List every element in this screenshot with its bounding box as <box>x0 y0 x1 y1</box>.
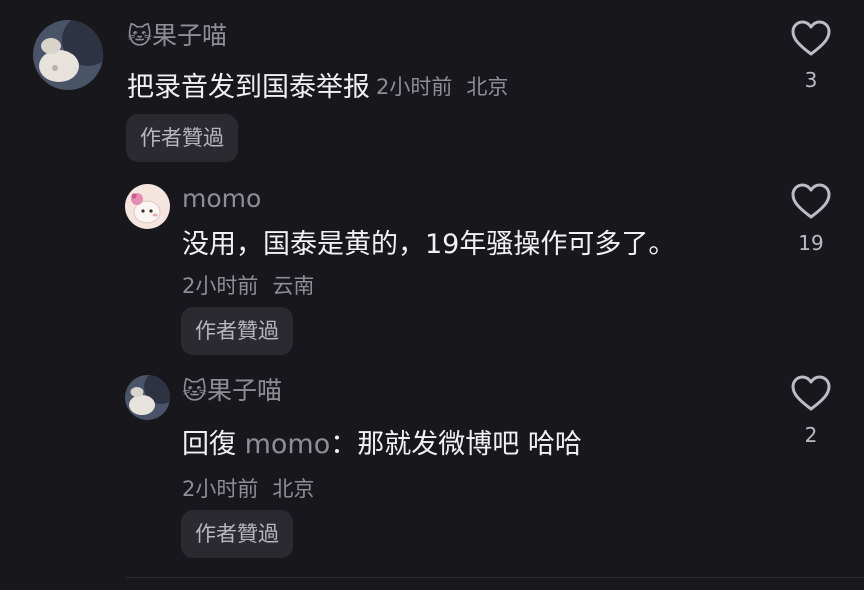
comment-meta: 2小时前 北京 <box>376 75 508 99</box>
like-button[interactable]: 3 <box>786 20 836 92</box>
reply-colon: ： <box>330 429 358 460</box>
username[interactable]: 🐱果子喵 <box>127 21 227 51</box>
cat-emoji-icon: 🐱 <box>182 377 208 405</box>
like-button[interactable]: 2 <box>786 375 836 447</box>
reply-target-username[interactable]: momo <box>245 429 331 460</box>
username[interactable]: momo <box>182 184 261 214</box>
timestamp: 2小时前 <box>182 274 259 298</box>
like-count: 2 <box>804 423 818 447</box>
comment-meta: 2小时前 云南 <box>182 270 314 300</box>
like-count: 3 <box>804 68 818 92</box>
like-count: 19 <box>798 231 824 255</box>
heart-outline-icon <box>791 183 831 219</box>
cat-emoji-icon: 🐱 <box>127 22 153 50</box>
author-liked-badge: 作者贊過 <box>181 307 293 355</box>
author-liked-badge: 作者贊過 <box>126 114 238 162</box>
avatar[interactable] <box>33 20 103 90</box>
author-liked-badge: 作者贊過 <box>181 510 293 558</box>
location: 北京 <box>272 477 315 501</box>
heart-outline-icon <box>791 375 831 411</box>
username[interactable]: 🐱果子喵 <box>182 376 282 406</box>
comment-text: 那就发微博吧 哈哈 <box>357 429 582 460</box>
sticker-avatar-icon <box>125 184 170 229</box>
username-text: 果子喵 <box>207 376 283 405</box>
timestamp: 2小时前 <box>182 477 259 501</box>
comment-text-row[interactable]: 回復 momo：那就发微博吧 哈哈 <box>182 428 582 462</box>
avatar[interactable] <box>125 375 170 420</box>
timestamp: 2小时前 <box>376 75 453 99</box>
location: 北京 <box>466 75 509 99</box>
comment-text-row[interactable]: 把录音发到国泰举报 2小时前 北京 <box>127 70 508 105</box>
location: 云南 <box>272 274 315 298</box>
divider <box>126 577 864 578</box>
like-button[interactable]: 19 <box>786 183 836 255</box>
comment-text: 把录音发到国泰举报 <box>127 72 370 103</box>
cat-paw-avatar-icon <box>33 20 103 90</box>
cat-paw-avatar-icon <box>125 375 170 420</box>
username-text: 果子喵 <box>152 21 228 50</box>
avatar[interactable] <box>125 184 170 229</box>
heart-outline-icon <box>791 20 831 56</box>
comment-meta: 2小时前 北京 <box>182 473 314 503</box>
comment-text[interactable]: 没用，国泰是黄的，19年骚操作可多了。 <box>182 228 675 262</box>
reply-prefix: 回復 <box>182 429 236 460</box>
